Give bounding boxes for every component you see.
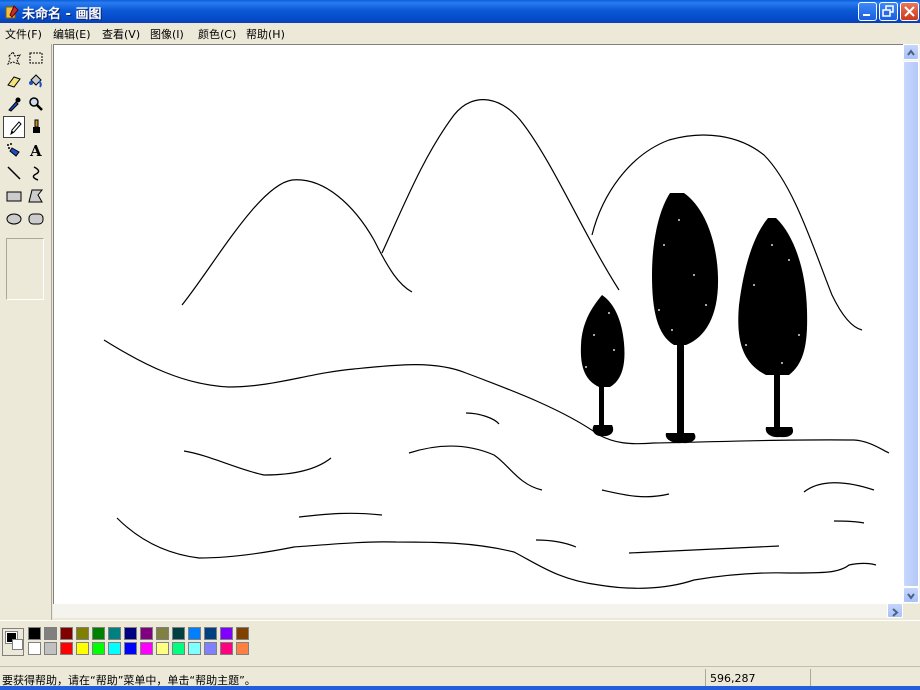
window-title: 未命名 - 画图: [22, 7, 102, 22]
color-swatch[interactable]: [28, 627, 41, 640]
minimize-button[interactable]: [858, 2, 877, 21]
scrollbar-corner: [903, 604, 920, 618]
menu-file[interactable]: 文件(F): [5, 26, 42, 42]
color-swatch[interactable]: [76, 642, 89, 655]
color-swatch[interactable]: [236, 642, 249, 655]
scroll-down-button[interactable]: [903, 587, 919, 603]
color-swatch[interactable]: [108, 642, 121, 655]
tool-fill[interactable]: [25, 70, 47, 92]
brush-icon: [33, 119, 40, 133]
minimize-icon: [863, 14, 870, 16]
tool-magnifier[interactable]: [25, 93, 47, 115]
color-palette: [0, 620, 920, 666]
color-swatch[interactable]: [236, 627, 249, 640]
eraser-icon: [7, 76, 21, 88]
pencil-icon: [10, 121, 22, 136]
toolbox: A: [0, 44, 52, 620]
tool-text[interactable]: A: [25, 139, 47, 161]
chevron-up-icon: [907, 49, 915, 56]
color-swatch[interactable]: [76, 627, 89, 640]
airbrush-icon: [7, 143, 20, 157]
menu-bar: 文件(F) 编辑(E) 查看(V) 图像(I) 颜色(C) 帮助(H): [0, 23, 920, 43]
tool-line[interactable]: [3, 162, 25, 184]
text-icon: A: [29, 142, 42, 158]
menu-view[interactable]: 查看(V): [102, 26, 140, 42]
fill-bucket-icon: [29, 74, 42, 88]
color-swatch[interactable]: [60, 642, 73, 655]
drawing-canvas[interactable]: [53, 44, 903, 618]
ellipse-icon: [6, 213, 22, 225]
color-swatch[interactable]: [108, 627, 121, 640]
restore-button[interactable]: [879, 2, 898, 21]
vertical-scrollbar[interactable]: [903, 44, 920, 604]
color-swatch[interactable]: [92, 642, 105, 655]
paint-app-icon: [5, 5, 19, 19]
color-swatch[interactable]: [44, 627, 57, 640]
vertical-scroll-thumb[interactable]: [903, 61, 919, 587]
rect-select-icon: [29, 52, 43, 64]
menu-help[interactable]: 帮助(H): [246, 26, 285, 42]
color-swatch[interactable]: [140, 642, 153, 655]
color-swatch[interactable]: [204, 627, 217, 640]
color-swatch[interactable]: [156, 642, 169, 655]
tool-rectangle[interactable]: [3, 185, 25, 207]
color-swatch[interactable]: [188, 627, 201, 640]
line-icon: [7, 166, 21, 180]
status-separator: [705, 669, 706, 687]
landscape-drawing: [103, 99, 890, 589]
color-swatch[interactable]: [172, 627, 185, 640]
pick-color-icon: [8, 97, 21, 112]
menu-colors[interactable]: 颜色(C): [198, 26, 236, 42]
taskbar-edge: [0, 686, 920, 690]
background-color: [12, 639, 23, 650]
chevron-down-icon: [907, 593, 915, 600]
free-form-select-icon: [7, 51, 22, 65]
close-icon: [904, 6, 915, 17]
tool-rounded-rect[interactable]: [25, 208, 47, 230]
color-swatch[interactable]: [124, 642, 137, 655]
tool-rect-select[interactable]: [25, 47, 47, 69]
tool-airbrush[interactable]: [3, 139, 25, 161]
color-swatch[interactable]: [44, 642, 57, 655]
curve-icon: [32, 166, 40, 181]
color-swatch[interactable]: [92, 627, 105, 640]
tool-brush[interactable]: [25, 116, 47, 138]
chevron-right-icon: [892, 608, 899, 617]
paint-window: 未命名 - 画图 文件(F) 编辑(E) 查看(V) 图像(I) 颜色(C) 帮…: [0, 0, 920, 690]
color-swatch[interactable]: [220, 627, 233, 640]
scroll-right-button[interactable]: [887, 603, 903, 618]
tool-free-form-select[interactable]: [3, 47, 25, 69]
status-separator: [810, 669, 811, 687]
menu-image[interactable]: 图像(I): [150, 26, 184, 42]
color-swatch[interactable]: [172, 642, 185, 655]
color-swatch[interactable]: [124, 627, 137, 640]
color-swatch[interactable]: [28, 642, 41, 655]
tool-ellipse[interactable]: [3, 208, 25, 230]
color-swatch[interactable]: [140, 627, 153, 640]
tool-options-box[interactable]: [6, 238, 44, 300]
close-button[interactable]: [900, 2, 919, 21]
color-swatch[interactable]: [204, 642, 217, 655]
polygon-icon: [28, 189, 44, 203]
horizontal-scrollbar[interactable]: [53, 603, 903, 618]
tool-pencil[interactable]: [3, 116, 25, 138]
tool-polygon[interactable]: [25, 185, 47, 207]
color-swatch[interactable]: [156, 627, 169, 640]
color-swatch[interactable]: [60, 627, 73, 640]
color-swatch[interactable]: [188, 642, 201, 655]
svg-text:A: A: [29, 142, 42, 158]
tool-eraser[interactable]: [3, 70, 25, 92]
current-colors[interactable]: [2, 628, 24, 656]
magnifier-icon: [29, 97, 43, 111]
restore-icon: [882, 5, 894, 17]
color-swatch[interactable]: [220, 642, 233, 655]
scroll-up-button[interactable]: [903, 44, 919, 60]
rounded-rect-icon: [28, 213, 44, 225]
title-bar[interactable]: 未命名 - 画图: [0, 0, 920, 23]
tool-curve[interactable]: [25, 162, 47, 184]
cursor-coordinates: 596,287: [710, 672, 756, 685]
menu-edit[interactable]: 编辑(E): [53, 26, 91, 42]
tool-pick-color[interactable]: [3, 93, 25, 115]
rectangle-icon: [6, 191, 22, 202]
